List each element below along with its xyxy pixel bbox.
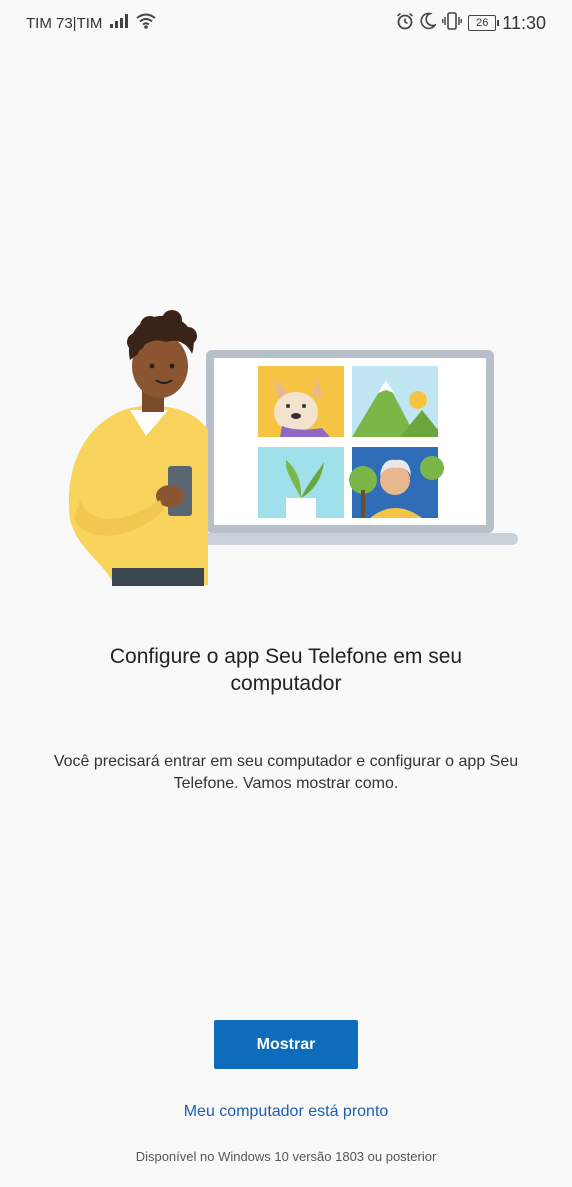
person-laptop-illustration: [68, 310, 518, 586]
vibrate-icon: [442, 12, 463, 34]
status-right: 26 11:30: [396, 12, 546, 34]
page-title: Configure o app Seu Telefone em seu comp…: [109, 645, 463, 695]
clock: 11:30: [502, 12, 546, 33]
battery-icon: 26: [468, 15, 500, 31]
status-bar: TIM 73|TIM 26 11:30: [0, 0, 572, 44]
alarm-icon: [396, 12, 414, 34]
moon-icon: [420, 12, 438, 34]
carrier-label: TIM 73|TIM: [26, 14, 103, 32]
wifi-icon: [136, 13, 157, 33]
description-text: Você precisará entrar em seu computador …: [53, 753, 519, 792]
availability-note: Disponível no Windows 10 versão 1803 ou …: [135, 1149, 437, 1164]
show-button[interactable]: Mostrar: [214, 1020, 358, 1069]
computer-ready-link[interactable]: Meu computador está pronto: [0, 1103, 572, 1121]
setup-illustration: [60, 300, 530, 600]
status-left: TIM 73|TIM: [26, 13, 157, 33]
signal-icon: [110, 14, 129, 32]
